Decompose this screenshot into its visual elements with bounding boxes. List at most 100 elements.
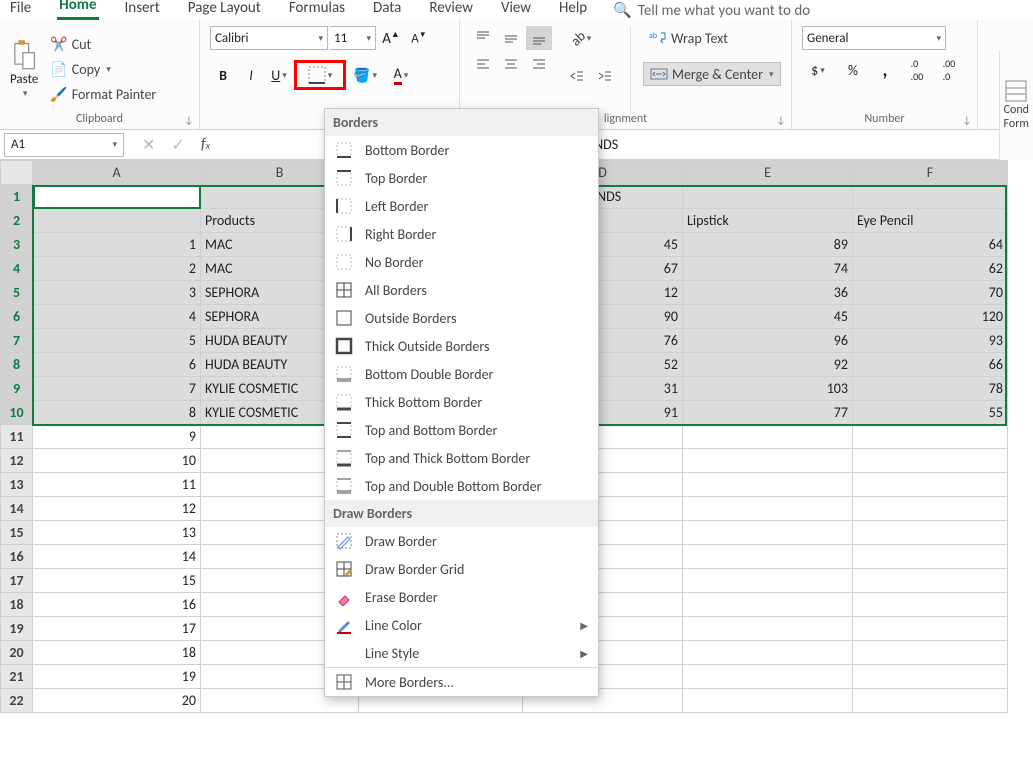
border-item-top-and-bottom-border[interactable]: Top and Bottom Border <box>325 416 598 444</box>
border-item-top-and-thick-bottom-border[interactable]: Top and Thick Bottom Border <box>325 444 598 472</box>
dialog-launcher-icon[interactable]: ↘ <box>773 113 788 128</box>
border-item-left-border[interactable]: Left Border <box>325 192 598 220</box>
cell-A3[interactable]: 1 <box>33 233 201 257</box>
row-12-header[interactable]: 12 <box>1 449 33 473</box>
cell-A5[interactable]: 3 <box>33 281 201 305</box>
row-7-header[interactable]: 7 <box>1 329 33 353</box>
cell-F15[interactable] <box>853 521 1008 545</box>
align-center-button[interactable] <box>498 52 524 76</box>
tab-data[interactable]: Data <box>371 0 403 20</box>
row-4-header[interactable]: 4 <box>1 257 33 281</box>
tab-formulas[interactable]: Formulas <box>287 0 347 20</box>
row-8-header[interactable]: 8 <box>1 353 33 377</box>
col-A-header[interactable]: A <box>33 161 201 185</box>
cell-F20[interactable] <box>853 641 1008 665</box>
cell-F10[interactable]: 55 <box>853 401 1008 425</box>
accounting-format-button[interactable]: $▾ <box>802 58 834 82</box>
cell-E1[interactable] <box>683 185 853 209</box>
underline-button[interactable]: U▾ <box>266 63 292 87</box>
row-13-header[interactable]: 13 <box>1 473 33 497</box>
cell-F8[interactable]: 66 <box>853 353 1008 377</box>
cell-F17[interactable] <box>853 569 1008 593</box>
cell-A6[interactable]: 4 <box>33 305 201 329</box>
align-left-button[interactable] <box>470 52 496 76</box>
cell-A9[interactable]: 7 <box>33 377 201 401</box>
fx-button[interactable]: fx <box>201 135 210 155</box>
cell-A18[interactable]: 16 <box>33 593 201 617</box>
cell-A21[interactable]: 19 <box>33 665 201 689</box>
cell-E2[interactable]: Lipstick <box>683 209 853 233</box>
dialog-launcher-icon[interactable]: ↘ <box>181 113 196 128</box>
cell-A19[interactable]: 17 <box>33 617 201 641</box>
cell-A13[interactable]: 11 <box>33 473 201 497</box>
cell-F18[interactable] <box>853 593 1008 617</box>
align-bottom-button[interactable] <box>526 26 552 50</box>
dialog-launcher-icon[interactable]: ↘ <box>959 113 974 128</box>
line-style-menu-item[interactable]: Line Style▶ <box>325 639 598 667</box>
cell-A15[interactable]: 13 <box>33 521 201 545</box>
cell-E5[interactable]: 36 <box>683 281 853 305</box>
tab-pagelayout[interactable]: Page Layout <box>186 0 263 20</box>
cell-F1[interactable] <box>853 185 1008 209</box>
tab-review[interactable]: Review <box>427 0 475 20</box>
row-9-header[interactable]: 9 <box>1 377 33 401</box>
decrease-decimal-button[interactable]: .00.0 <box>936 58 962 82</box>
name-box[interactable]: A1▾ <box>4 133 124 157</box>
cell-E18[interactable] <box>683 593 853 617</box>
row-11-header[interactable]: 11 <box>1 425 33 449</box>
cell-E14[interactable] <box>683 497 853 521</box>
cell-E3[interactable]: 89 <box>683 233 853 257</box>
font-name-select[interactable]: Calibri▾ <box>210 26 328 50</box>
cut-button[interactable]: ✂️Cut <box>44 33 162 56</box>
more-borders-menu-item[interactable]: More Borders... <box>325 668 598 696</box>
cell-A12[interactable]: 10 <box>33 449 201 473</box>
cell-A20[interactable]: 18 <box>33 641 201 665</box>
fill-color-button[interactable]: 🪣▾ <box>348 63 382 87</box>
row-14-header[interactable]: 14 <box>1 497 33 521</box>
cell-E11[interactable] <box>683 425 853 449</box>
tab-insert[interactable]: Insert <box>123 0 162 20</box>
enter-formula-button[interactable]: ✓ <box>171 135 184 155</box>
cell-F6[interactable]: 120 <box>853 305 1008 329</box>
font-color-button[interactable]: A▾ <box>384 63 418 87</box>
cell-E7[interactable]: 96 <box>683 329 853 353</box>
row-19-header[interactable]: 19 <box>1 617 33 641</box>
cell-E13[interactable] <box>683 473 853 497</box>
row-1-header[interactable]: 1 <box>1 185 33 209</box>
cell-A8[interactable]: 6 <box>33 353 201 377</box>
cell-E4[interactable]: 74 <box>683 257 853 281</box>
row-15-header[interactable]: 15 <box>1 521 33 545</box>
cell-F19[interactable] <box>853 617 1008 641</box>
cell-A2[interactable] <box>33 209 201 233</box>
draw-border-item-draw-border-grid[interactable]: Draw Border Grid <box>325 555 598 583</box>
cell-A1[interactable] <box>33 185 201 209</box>
tab-help[interactable]: Help <box>557 0 589 20</box>
row-17-header[interactable]: 17 <box>1 569 33 593</box>
border-item-right-border[interactable]: Right Border <box>325 220 598 248</box>
tell-me[interactable]: 🔍 Tell me what you want to do <box>613 1 810 20</box>
cell-F7[interactable]: 93 <box>853 329 1008 353</box>
cell-E16[interactable] <box>683 545 853 569</box>
bold-button[interactable]: B <box>210 63 236 87</box>
cell-A11[interactable]: 9 <box>33 425 201 449</box>
border-item-thick-bottom-border[interactable]: Thick Bottom Border <box>325 388 598 416</box>
row-3-header[interactable]: 3 <box>1 233 33 257</box>
cell-F11[interactable] <box>853 425 1008 449</box>
align-right-button[interactable] <box>526 52 552 76</box>
cell-A16[interactable]: 14 <box>33 545 201 569</box>
cell-F21[interactable] <box>853 665 1008 689</box>
row-18-header[interactable]: 18 <box>1 593 33 617</box>
row-2-header[interactable]: 2 <box>1 209 33 233</box>
increase-decimal-button[interactable]: .0.00 <box>904 58 930 82</box>
align-middle-button[interactable] <box>498 26 524 50</box>
cell-F4[interactable]: 62 <box>853 257 1008 281</box>
border-item-thick-outside-borders[interactable]: Thick Outside Borders <box>325 332 598 360</box>
cell-F14[interactable] <box>853 497 1008 521</box>
row-21-header[interactable]: 21 <box>1 665 33 689</box>
border-item-top-and-double-bottom-border[interactable]: Top and Double Bottom Border <box>325 472 598 500</box>
cell-A4[interactable]: 2 <box>33 257 201 281</box>
row-16-header[interactable]: 16 <box>1 545 33 569</box>
tab-view[interactable]: View <box>499 0 533 20</box>
col-E-header[interactable]: E <box>683 161 853 185</box>
cell-A7[interactable]: 5 <box>33 329 201 353</box>
